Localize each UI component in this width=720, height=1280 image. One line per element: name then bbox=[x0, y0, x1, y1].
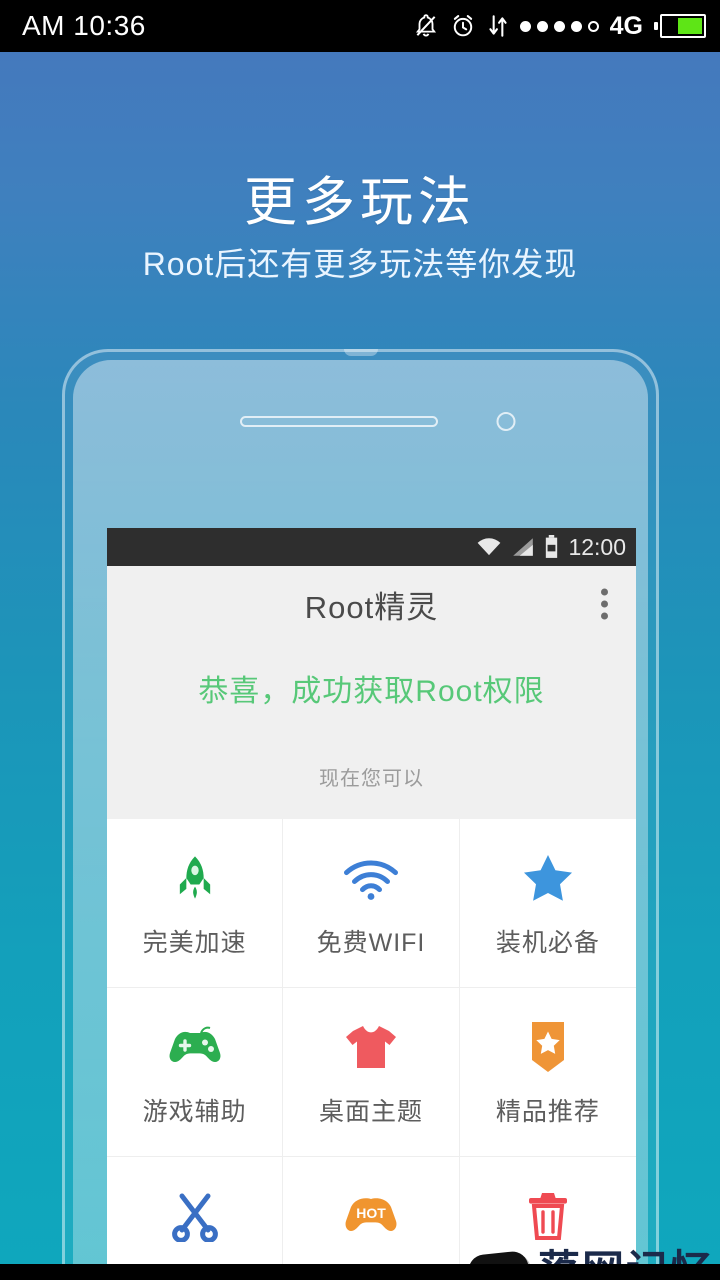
overflow-dot bbox=[601, 588, 608, 596]
overflow-menu-icon[interactable] bbox=[601, 588, 608, 620]
app-title: Root精灵 bbox=[304, 589, 439, 625]
alarm-clock-icon bbox=[453, 15, 472, 37]
tshirt-icon bbox=[344, 1016, 398, 1078]
overflow-dot bbox=[601, 600, 608, 608]
promo-page: 更多玩法 Root后还有更多玩法等你发现 12:00 Root精灵 恭喜，成功获… bbox=[0, 52, 720, 1264]
watermark-name: 落网记忆 bbox=[538, 1249, 714, 1264]
feature-cell-free-wifi[interactable]: 免费WIFI bbox=[283, 819, 460, 988]
app-status-bar: 12:00 bbox=[107, 528, 636, 566]
feature-label: 桌面主题 bbox=[318, 1098, 423, 1126]
phone-camera-icon bbox=[496, 412, 515, 431]
app-bar: Root精灵 bbox=[107, 566, 636, 642]
phone-bezel: 12:00 Root精灵 恭喜，成功获取Root权限 现在您可以 完美加速 免费… bbox=[73, 360, 648, 1264]
overflow-dot bbox=[601, 612, 608, 620]
feature-label: 游戏辅助 bbox=[142, 1098, 247, 1126]
scissors-icon bbox=[170, 1185, 220, 1247]
phone-screen: 12:00 Root精灵 恭喜，成功获取Root权限 现在您可以 完美加速 免费… bbox=[107, 528, 636, 1264]
watermark-text: 落网记忆 www.oooc.cn bbox=[538, 1249, 714, 1264]
svg-text:HOT: HOT bbox=[356, 1205, 386, 1221]
feature-label: 完美加速 bbox=[142, 929, 247, 957]
feature-cell-desktop-theme[interactable]: 桌面主题 bbox=[283, 988, 460, 1157]
section-hint: 现在您可以 bbox=[319, 768, 424, 790]
network-type-label: 4G bbox=[609, 11, 643, 40]
feature-cell-screenshot-tool[interactable]: 截屏工具 bbox=[107, 1157, 284, 1264]
feature-cell-hot-games[interactable]: HOT 热门游戏 bbox=[283, 1157, 460, 1264]
status-bar-icons: 4G bbox=[413, 12, 706, 41]
device-status-bar: AM 10:36 4G bbox=[0, 0, 720, 52]
feature-label: 免费WIFI bbox=[316, 929, 426, 957]
signal-dot bbox=[570, 20, 582, 32]
wifi-icon bbox=[343, 847, 399, 909]
phone-mockup: 12:00 Root精灵 恭喜，成功获取Root权限 现在您可以 完美加速 免费… bbox=[62, 349, 659, 1264]
phone-speaker bbox=[239, 416, 438, 427]
hot-gamepad-icon: HOT bbox=[343, 1185, 399, 1247]
cellular-signal-icon bbox=[513, 538, 534, 556]
feature-cell-game-assist[interactable]: 游戏辅助 bbox=[107, 988, 284, 1157]
signal-dot bbox=[519, 20, 531, 32]
mute-bell-icon bbox=[415, 14, 436, 37]
battery-fill bbox=[678, 18, 702, 34]
star-icon bbox=[522, 847, 574, 909]
battery-icon bbox=[654, 14, 706, 38]
watermark-logo-icon bbox=[467, 1250, 533, 1264]
signal-dot bbox=[553, 20, 565, 32]
signal-dots-icon bbox=[519, 20, 599, 32]
badge-star-icon bbox=[528, 1016, 568, 1078]
rocket-icon bbox=[169, 847, 221, 909]
feature-cell-essential-apps[interactable]: 装机必备 bbox=[459, 819, 636, 988]
phone-notch bbox=[343, 349, 378, 356]
feature-cell-recommended[interactable]: 精品推荐 bbox=[459, 988, 636, 1157]
root-success-message: 恭喜，成功获取Root权限 bbox=[198, 675, 545, 708]
status-bar-clock: AM 10:36 bbox=[22, 10, 146, 41]
feature-cell-accelerate[interactable]: 完美加速 bbox=[107, 819, 284, 988]
feature-grid: 完美加速 免费WIFI 装机必备 游戏辅助 桌面主题 精品推荐 HOT bbox=[107, 819, 636, 1264]
signal-dot bbox=[536, 20, 548, 32]
battery-body bbox=[660, 14, 706, 38]
app-status-clock: 12:00 bbox=[568, 533, 626, 560]
bottom-black-bar bbox=[0, 1264, 720, 1280]
battery-nub bbox=[654, 22, 658, 30]
wifi-icon bbox=[478, 538, 501, 556]
battery-icon bbox=[546, 535, 558, 558]
feature-label: 装机必备 bbox=[495, 929, 600, 957]
page-title: 更多玩法 bbox=[244, 173, 476, 232]
watermark: 落网记忆 www.oooc.cn bbox=[467, 1237, 720, 1264]
page-subtitle: Root后还有更多玩法等你发现 bbox=[142, 246, 578, 282]
feature-label: 精品推荐 bbox=[495, 1098, 600, 1126]
data-transfer-icon bbox=[489, 15, 507, 37]
gamepad-icon bbox=[167, 1016, 223, 1078]
root-success-panel: 恭喜，成功获取Root权限 现在您可以 bbox=[107, 642, 636, 819]
signal-dot-empty bbox=[587, 20, 599, 32]
